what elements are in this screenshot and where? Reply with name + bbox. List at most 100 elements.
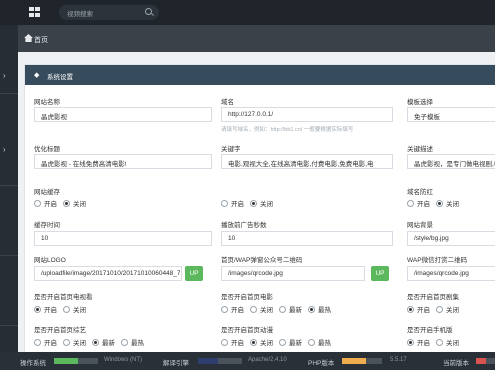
radio-icon[interactable] (63, 338, 70, 346)
home-anime-option[interactable]: 关闭 (250, 337, 273, 347)
cache-option[interactable]: 开启 (221, 198, 244, 208)
home-variety-option[interactable]: 最新 (92, 337, 115, 347)
home-tv-option[interactable]: 开启 (34, 304, 57, 314)
home-series-option[interactable]: 关闭 (436, 304, 459, 314)
home-variety-option[interactable]: 关闭 (63, 337, 86, 347)
home-tv-option[interactable]: 关闭 (63, 304, 86, 314)
home-icon[interactable] (24, 34, 33, 42)
domain-redirect-option[interactable]: 开启 (407, 198, 430, 208)
home-variety-option[interactable]: 最热 (121, 337, 144, 347)
cache-time-label: 缓存时间 (34, 222, 60, 229)
wap-mini-qr-label: WAP微信打赏二维码 (407, 257, 468, 264)
cache-option[interactable]: 开启 (34, 198, 57, 208)
home-anime-option[interactable]: 最热 (308, 337, 331, 347)
radio-icon[interactable] (121, 338, 128, 346)
ad-seconds-input[interactable]: 10 (221, 231, 393, 246)
search-icon[interactable] (145, 8, 152, 15)
radio-icon[interactable] (436, 338, 443, 346)
domain-input[interactable]: http://127.0.0.1/ (221, 107, 393, 122)
wap-mini-qr-input[interactable]: /images/qrcode.jpg (407, 266, 495, 281)
sidebar: › › (0, 25, 18, 370)
home-movie-option[interactable]: 最热 (308, 304, 331, 314)
radio-label: 关闭 (73, 201, 86, 208)
home-movie-option[interactable]: 关闭 (250, 304, 273, 314)
radio-icon[interactable] (221, 199, 228, 207)
wap-qr-input[interactable]: /images/qrcode.jpg (221, 266, 365, 281)
radio-label: 关闭 (73, 340, 86, 347)
server-value: Apache/2.4.10 (248, 357, 287, 363)
grid-menu-icon[interactable] (29, 7, 41, 18)
mobile-version-radio-group: 开启 关闭 (407, 337, 465, 347)
chevron-right-icon[interactable]: › (3, 71, 6, 80)
domain-redirect-label: 域名防红 (407, 189, 433, 196)
radio-icon[interactable] (250, 338, 257, 346)
radio-icon[interactable] (407, 338, 414, 346)
home-movie-option[interactable]: 最新 (279, 304, 302, 314)
radio-icon[interactable] (34, 199, 41, 207)
keywords-input[interactable]: 电影,观视大全,在线高清电影,付费电影,免费电影,电 (221, 154, 393, 169)
logo-input[interactable]: /uploadfile/image/20171010/2017101006044… (34, 266, 182, 281)
radio-label: 关闭 (446, 201, 459, 208)
radio-label: 关闭 (260, 307, 273, 314)
radio-icon[interactable] (221, 305, 228, 313)
radio-icon[interactable] (407, 305, 414, 313)
radio-icon[interactable] (279, 305, 286, 313)
radio-icon[interactable] (221, 338, 228, 346)
domain-redirect-option[interactable]: 关闭 (436, 198, 459, 208)
php-value: 5.5.17 (390, 357, 407, 363)
radio-icon[interactable] (436, 305, 443, 313)
radio-icon[interactable] (34, 305, 41, 313)
logo-label: 网站LOGO (34, 257, 66, 264)
breadcrumb-home[interactable]: 首页 (34, 35, 48, 45)
home-variety-radio-group: 开启 关闭 最新 最热 (34, 337, 150, 347)
sidebar-divider (0, 325, 18, 326)
site-name-input[interactable]: 晶虎影视 (34, 107, 212, 122)
background-input[interactable]: /style/bg.jpg (407, 231, 495, 246)
cache-option[interactable]: 关闭 (250, 198, 273, 208)
top-bar: 视频搜索 (0, 0, 495, 25)
php-meter (342, 358, 382, 364)
cache-option[interactable]: 关闭 (63, 198, 86, 208)
os-label: 操作系统 (20, 360, 46, 367)
radio-icon[interactable] (34, 338, 41, 346)
radio-label: 最新 (289, 307, 302, 314)
template-select[interactable]: 免子模板 (407, 107, 495, 122)
search-input[interactable]: 视频搜索 (59, 5, 159, 20)
os-meter (54, 358, 98, 364)
home-anime-option[interactable]: 最新 (279, 337, 302, 347)
home-series-option[interactable]: 开启 (407, 304, 430, 314)
mobile-version-option[interactable]: 开启 (407, 337, 430, 347)
radio-icon[interactable] (308, 338, 315, 346)
server-meter (198, 358, 242, 364)
home-variety-option[interactable]: 开启 (34, 337, 57, 347)
mobile-version-option[interactable]: 关闭 (436, 337, 459, 347)
current-version-label: 当前版本 (443, 360, 469, 367)
radio-label: 关闭 (446, 340, 459, 347)
home-series-label: 是否开启首页剧集 (407, 294, 459, 301)
seo-title-input[interactable]: 晶虎影视 - 在线免费高清电影! (34, 154, 212, 169)
chevron-right-icon[interactable]: › (3, 145, 6, 154)
template-label: 模板选择 (407, 99, 433, 106)
radio-icon[interactable] (279, 338, 286, 346)
logo-upload-button[interactable]: UP (185, 266, 203, 281)
wap-qr-upload-button[interactable]: UP (371, 266, 389, 281)
search-placeholder: 视频搜索 (67, 11, 93, 18)
panel-title: 系统设置 (47, 74, 73, 81)
home-series-radio-group: 开启 关闭 (407, 304, 465, 314)
cache-time-input[interactable]: 10 (34, 231, 212, 246)
radio-icon[interactable] (63, 199, 70, 207)
radio-icon[interactable] (63, 305, 70, 313)
radio-icon[interactable] (407, 199, 414, 207)
radio-label: 开启 (44, 307, 57, 314)
radio-icon[interactable] (250, 305, 257, 313)
radio-icon[interactable] (436, 199, 443, 207)
background-label: 网站背景 (407, 222, 433, 229)
radio-icon[interactable] (92, 338, 99, 346)
status-bar: 操作系统 Windows (NT) 解译引擎 Apache/2.4.10 PHP… (0, 352, 495, 370)
home-movie-option[interactable]: 开启 (221, 304, 244, 314)
radio-icon[interactable] (250, 199, 257, 207)
description-input[interactable]: 晶虎影视，是专门做电视剧,电 (407, 154, 495, 169)
radio-icon[interactable] (308, 305, 315, 313)
home-anime-option[interactable]: 开启 (221, 337, 244, 347)
radio-label: 开启 (417, 307, 430, 314)
